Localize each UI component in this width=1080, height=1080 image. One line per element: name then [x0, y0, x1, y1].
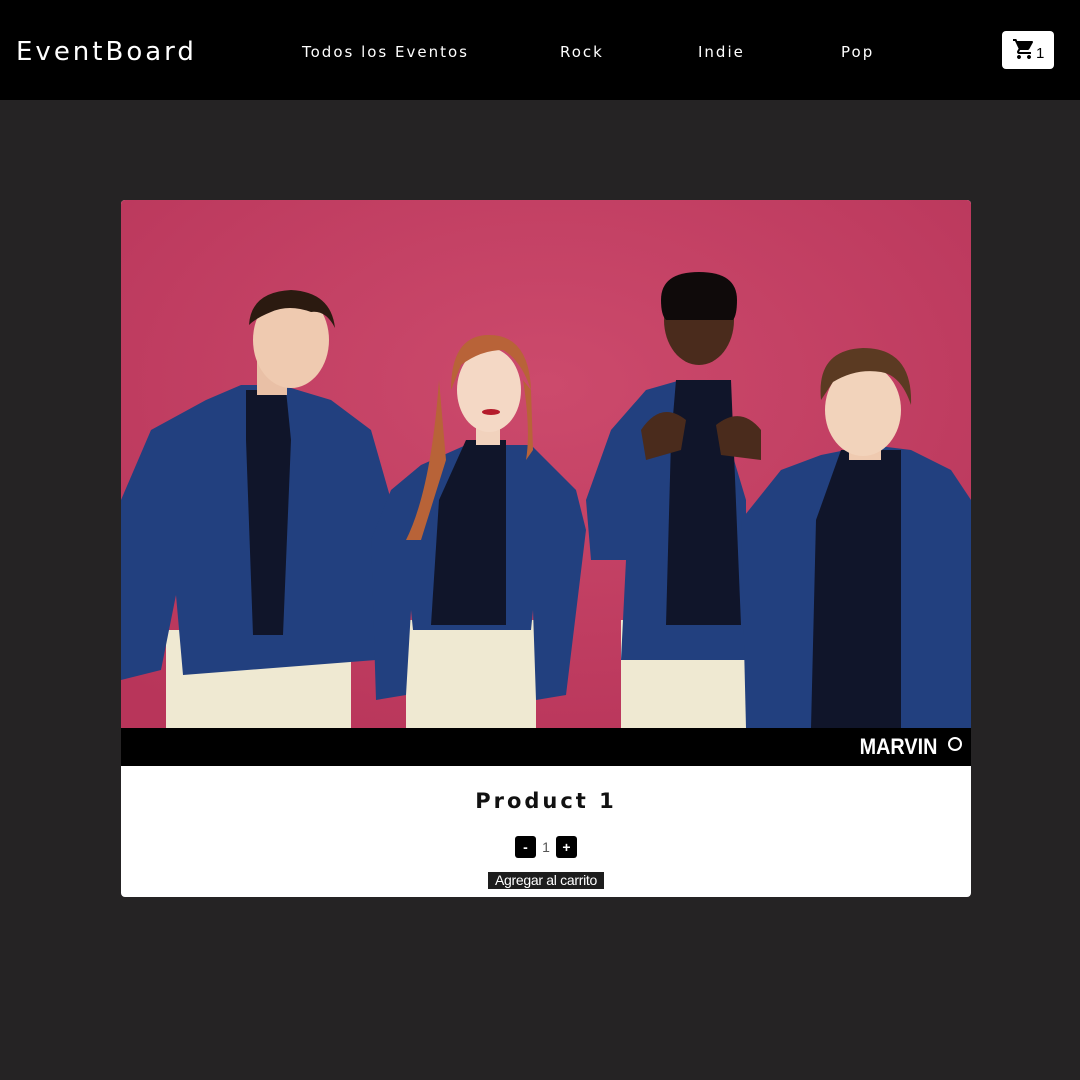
quantity-stepper: - 1 +: [515, 836, 579, 858]
cart-count-badge: 1: [1036, 45, 1045, 62]
decrement-button[interactable]: -: [515, 836, 536, 858]
image-caption-band: [121, 728, 971, 766]
product-card: MARVIN Product 1 - 1 + Agregar al carrit…: [121, 200, 971, 897]
product-title: Product 1: [475, 789, 617, 813]
watermark-badge-icon: [948, 737, 962, 751]
cart-button[interactable]: 1: [1002, 31, 1054, 69]
nav-link-rock[interactable]: Rock: [560, 42, 604, 62]
product-image: [121, 200, 971, 728]
navbar: EventBoard Todos los Eventos Rock Indie …: [0, 0, 1080, 100]
add-to-cart-button[interactable]: Agregar al carrito: [488, 872, 604, 889]
nav-link-todos-los-eventos[interactable]: Todos los Eventos: [302, 42, 469, 62]
shopping-cart-icon: [1013, 39, 1034, 59]
nav-link-pop[interactable]: Pop: [841, 42, 874, 62]
increment-button[interactable]: +: [556, 836, 577, 858]
quantity-value: 1: [542, 839, 550, 855]
watermark-logo: MARVIN: [859, 734, 937, 759]
brand-logo[interactable]: EventBoard: [16, 35, 197, 69]
nav-link-indie[interactable]: Indie: [698, 42, 745, 62]
